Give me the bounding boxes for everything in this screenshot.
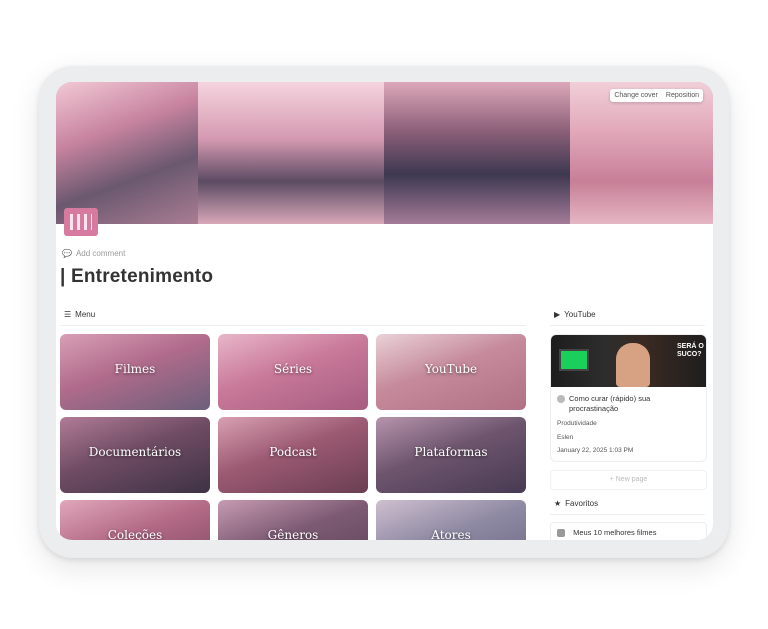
gallery-card-plataformas[interactable]: Plataformas bbox=[376, 417, 526, 493]
youtube-divider bbox=[550, 325, 705, 326]
youtube-label: YouTube bbox=[564, 310, 596, 319]
comment-icon: 💬 bbox=[62, 249, 72, 258]
menu-divider bbox=[60, 325, 526, 326]
gallery-card-label: Podcast bbox=[269, 445, 317, 459]
gallery-card-label: Atores bbox=[431, 528, 471, 540]
gallery-card-cole-es[interactable]: Coleções bbox=[60, 500, 210, 540]
favorite-item-label: Meus 10 melhores filmes bbox=[573, 528, 657, 537]
gallery-card-label: Séries bbox=[273, 362, 313, 376]
new-page-button[interactable]: + New page bbox=[550, 470, 707, 490]
reposition-button[interactable]: Reposition bbox=[662, 89, 703, 102]
video-date: January 22, 2025 1:03 PM bbox=[557, 447, 634, 454]
gallery-card-atores[interactable]: Atores bbox=[376, 500, 526, 540]
add-comment-button[interactable]: 💬 Add comment bbox=[62, 249, 125, 258]
youtube-video-card[interactable]: SERÁ O SEU SUCO? Como curar (rápido) sua… bbox=[550, 334, 707, 462]
thumbnail-text: SERÁ O SEU SUCO? bbox=[677, 343, 706, 358]
gallery-card-label: YouTube bbox=[424, 362, 478, 376]
menu-heading: ☰ Menu bbox=[64, 310, 95, 319]
favoritos-divider bbox=[550, 514, 705, 515]
page-icon[interactable] bbox=[64, 208, 98, 236]
video-icon bbox=[557, 395, 565, 403]
thumbnail-person bbox=[616, 343, 650, 387]
play-icon: ▶ bbox=[554, 310, 561, 319]
video-category: Produtividade bbox=[557, 420, 597, 427]
gallery-card-label: Plataformas bbox=[414, 445, 488, 459]
cover-image: Change cover Reposition bbox=[56, 82, 713, 224]
cover-actions: Change cover Reposition bbox=[610, 89, 703, 102]
page-icon-small bbox=[557, 529, 565, 538]
page-title[interactable]: | Entretenimento bbox=[60, 266, 213, 288]
gallery-card-g-neros[interactable]: Gêneros bbox=[218, 500, 368, 540]
video-title[interactable]: Como curar (rápido) sua procrastinação bbox=[569, 394, 699, 414]
gallery-card-podcast[interactable]: Podcast bbox=[218, 417, 368, 493]
gallery-card-filmes[interactable]: Filmes bbox=[60, 334, 210, 410]
video-thumbnail: SERÁ O SEU SUCO? bbox=[551, 335, 706, 387]
gallery-card-label: Filmes bbox=[114, 362, 156, 376]
change-cover-button[interactable]: Change cover bbox=[610, 89, 662, 102]
favoritos-heading: ★ Favoritos bbox=[554, 499, 598, 508]
favorite-item[interactable]: Meus 10 melhores filmes bbox=[550, 522, 707, 540]
youtube-heading: ▶ YouTube bbox=[554, 310, 596, 319]
gallery-card-label: Coleções bbox=[107, 528, 163, 540]
gallery-card-label: Gêneros bbox=[267, 528, 319, 540]
video-author: Eslen bbox=[557, 434, 574, 441]
gallery-card-youtube[interactable]: YouTube bbox=[376, 334, 526, 410]
gallery-card-document-rios[interactable]: Documentários bbox=[60, 417, 210, 493]
add-comment-label: Add comment bbox=[75, 249, 126, 258]
menu-icon: ☰ bbox=[64, 310, 72, 319]
thumbnail-screen bbox=[559, 349, 589, 371]
favoritos-label: Favoritos bbox=[565, 499, 599, 508]
notion-page: Change cover Reposition 💬 Add comment | … bbox=[56, 82, 713, 540]
star-icon: ★ bbox=[554, 499, 562, 508]
menu-label: Menu bbox=[75, 310, 96, 319]
gallery-card-label: Documentários bbox=[88, 445, 182, 459]
gallery-card-s-ries[interactable]: Séries bbox=[218, 334, 368, 410]
